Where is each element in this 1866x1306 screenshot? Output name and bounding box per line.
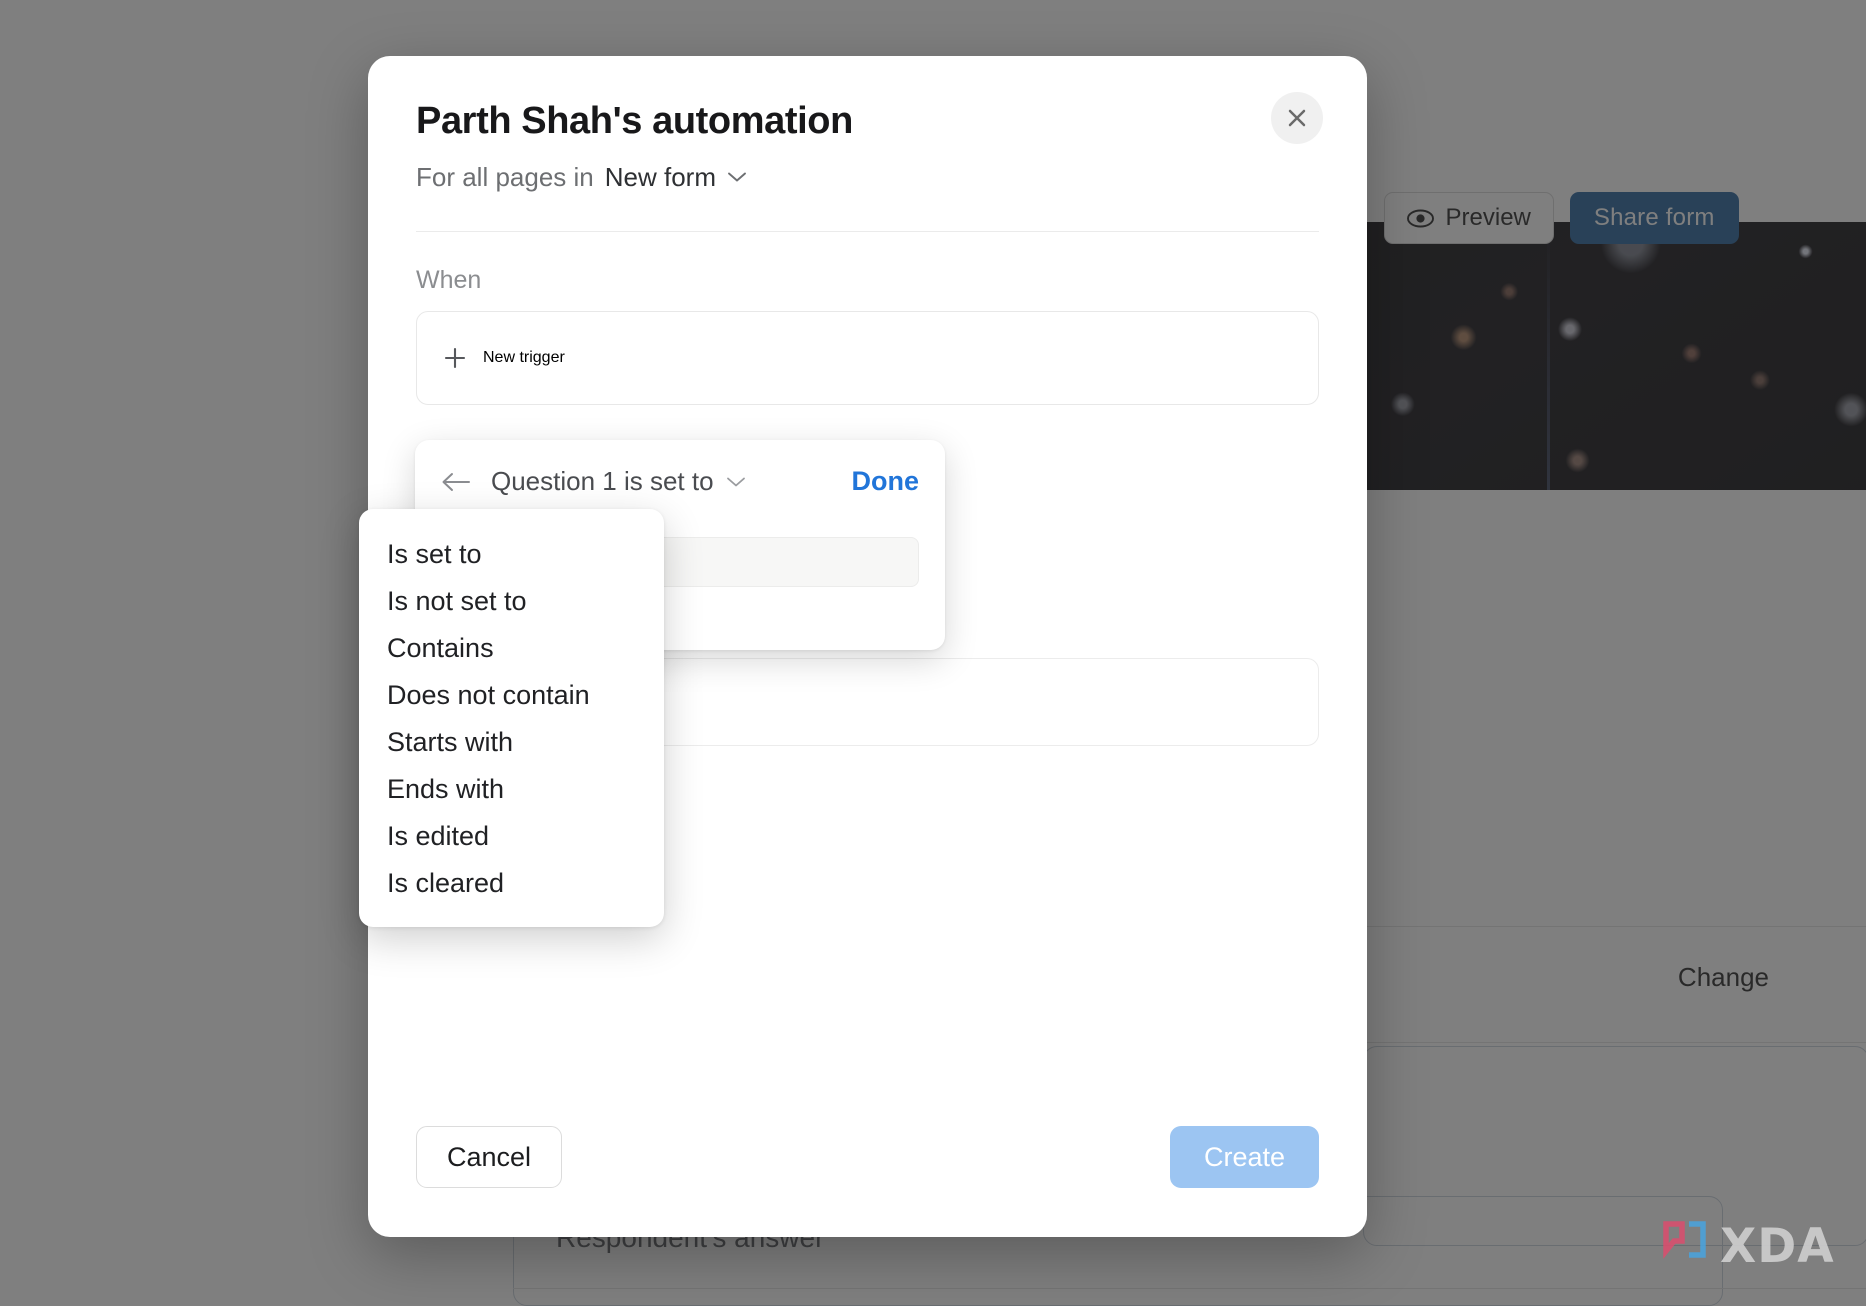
- when-label: When: [416, 266, 1367, 295]
- trigger-editor-header: Question 1 is set to Done: [415, 440, 945, 497]
- subtitle-target[interactable]: New form: [605, 162, 716, 193]
- dropdown-item[interactable]: Is edited: [359, 813, 664, 860]
- condition-dropdown-menu: Is set to Is not set to Contains Does no…: [359, 509, 664, 927]
- dropdown-item[interactable]: Starts with: [359, 719, 664, 766]
- chevron-down-icon[interactable]: [727, 171, 747, 183]
- close-button[interactable]: [1271, 92, 1323, 144]
- plus-icon: [443, 346, 467, 370]
- xda-wordmark: XDA: [1720, 1219, 1835, 1274]
- back-arrow-icon[interactable]: [441, 470, 471, 494]
- dropdown-item[interactable]: Is not set to: [359, 578, 664, 625]
- dropdown-item[interactable]: Is cleared: [359, 860, 664, 907]
- trigger-editor-card: Question 1 is set to Done Is set to Is n…: [415, 440, 945, 650]
- modal-footer: Cancel Create: [368, 1077, 1367, 1237]
- close-icon: [1286, 107, 1308, 129]
- dropdown-item[interactable]: Contains: [359, 625, 664, 672]
- modal-subtitle: For all pages in New form: [416, 162, 1319, 193]
- subtitle-prefix: For all pages in: [416, 162, 594, 193]
- dropdown-item[interactable]: Ends with: [359, 766, 664, 813]
- chevron-down-icon: [726, 476, 746, 488]
- automation-modal: Parth Shah's automation For all pages in…: [368, 56, 1367, 1237]
- new-trigger-label: New trigger: [483, 349, 565, 367]
- done-button[interactable]: Done: [852, 466, 920, 497]
- dropdown-item[interactable]: Is set to: [359, 531, 664, 578]
- cancel-label: Cancel: [447, 1142, 531, 1173]
- create-button[interactable]: Create: [1170, 1126, 1319, 1188]
- xda-watermark: XDA: [1662, 1219, 1835, 1274]
- condition-selector[interactable]: Question 1 is set to: [491, 466, 746, 497]
- page-title: Parth Shah's automation: [416, 100, 1319, 144]
- new-trigger-button[interactable]: New trigger: [416, 311, 1319, 405]
- condition-label: Question 1 is set to: [491, 466, 714, 497]
- modal-header: Parth Shah's automation For all pages in…: [368, 56, 1367, 193]
- header-divider: [416, 231, 1319, 232]
- xda-logo-icon: [1662, 1221, 1707, 1273]
- create-label: Create: [1204, 1142, 1285, 1173]
- cancel-button[interactable]: Cancel: [416, 1126, 562, 1188]
- dropdown-item[interactable]: Does not contain: [359, 672, 664, 719]
